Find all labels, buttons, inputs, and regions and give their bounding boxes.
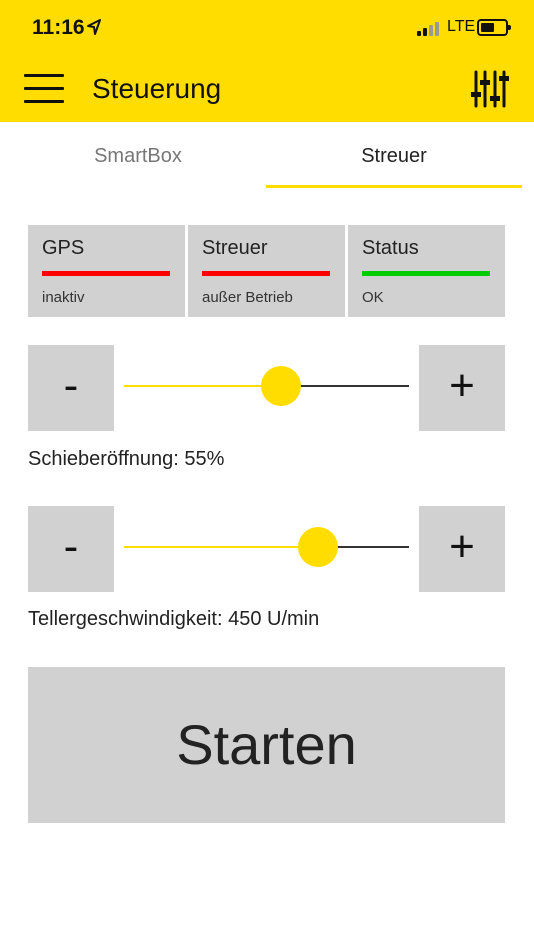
card-title: Streuer [202,237,268,259]
opening-increase-button[interactable]: + [419,345,505,431]
status-card-gps: GPS inaktiv [28,225,185,317]
card-title: GPS [42,237,85,259]
card-value: OK [362,289,384,306]
speed-increase-button[interactable]: + [419,506,505,592]
slider-thumb[interactable] [260,366,301,406]
sliders-icon[interactable] [470,68,510,110]
location-arrow-icon [87,19,101,35]
page-title: Steuerung [92,73,222,104]
slider-thumb[interactable] [297,527,338,567]
tab-smartbox[interactable]: SmartBox [12,122,264,190]
speed-label: Tellergeschwindigkeit: 450 U/min [28,608,320,630]
signal-icon [417,22,441,36]
tab-bar: SmartBox Streuer [0,122,534,190]
opening-slider[interactable] [124,366,409,406]
status-card-status: Status OK [348,225,505,317]
status-card-streuer: Streuer außer Betrieb [188,225,345,317]
opening-decrease-button[interactable]: - [28,345,114,431]
opening-label: Schieberöffnung: 55% [28,448,225,470]
status-indicator-bar [362,271,490,276]
app-header: 11:16 LTE Steuerung [0,0,534,122]
battery-icon [477,19,511,36]
status-time: 11:16 [32,16,85,39]
hamburger-icon [24,74,64,77]
tab-streuer[interactable]: Streuer [266,122,522,190]
start-button[interactable]: Starten [28,667,505,823]
card-value: außer Betrieb [202,289,293,306]
speed-slider[interactable] [124,527,409,567]
menu-button[interactable] [24,72,66,106]
network-label: LTE [447,18,476,35]
speed-decrease-button[interactable]: - [28,506,114,592]
card-value: inaktiv [42,289,85,306]
card-title: Status [362,237,419,259]
status-indicator-bar [42,271,170,276]
active-tab-indicator [266,185,522,188]
status-indicator-bar [202,271,330,276]
